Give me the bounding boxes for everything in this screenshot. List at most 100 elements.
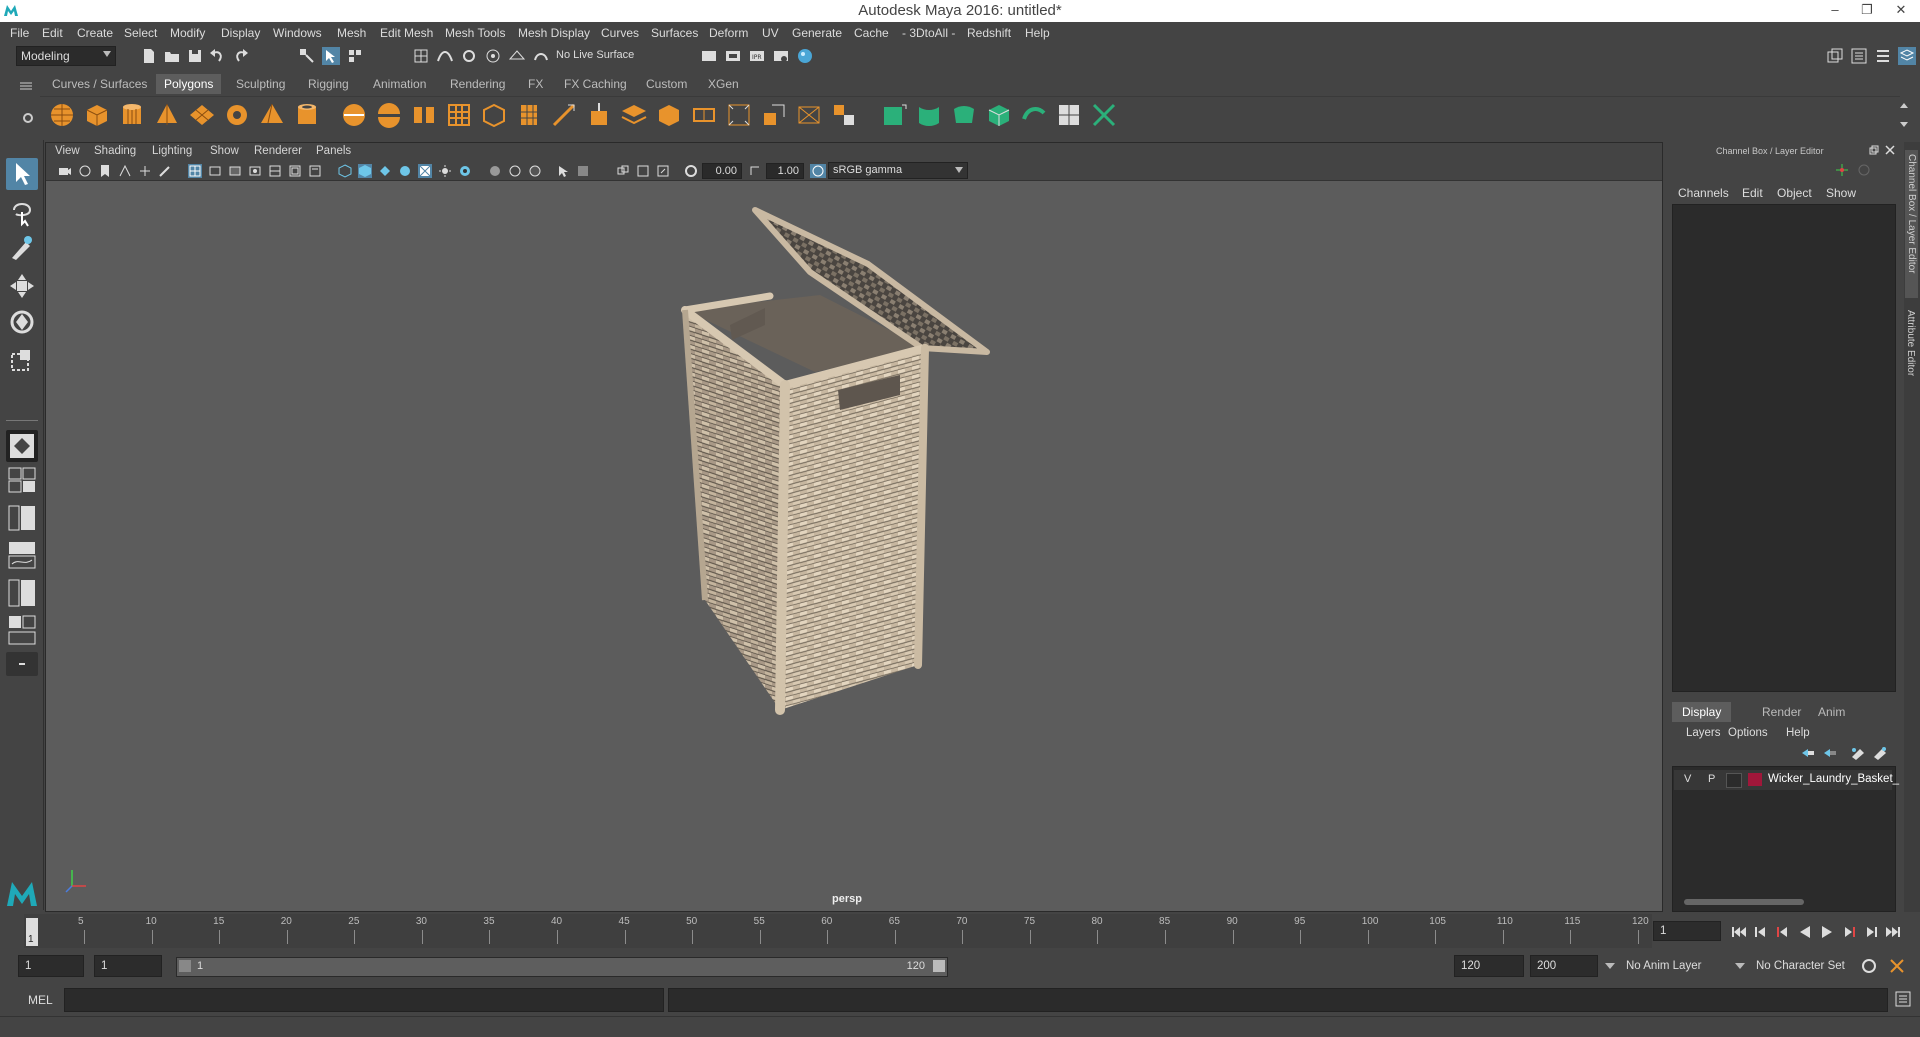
cylindrical-map-icon[interactable]: [915, 101, 943, 129]
menu-mesh-tools[interactable]: Mesh Tools: [445, 26, 505, 40]
graph-editor-layout-icon[interactable]: [6, 540, 38, 570]
wicker-laundry-basket-model[interactable]: [660, 200, 1080, 880]
exposure-icon[interactable]: [684, 164, 698, 178]
new-layer-icon[interactable]: [1850, 746, 1866, 760]
automatic-map-icon[interactable]: [985, 101, 1013, 129]
time-slider[interactable]: [24, 914, 1652, 948]
edit-menu[interactable]: Edit: [1742, 186, 1763, 200]
tab-curves-surfaces[interactable]: Curves / Surfaces: [44, 74, 155, 94]
new-layer-selected-icon[interactable]: [1872, 746, 1888, 760]
depth-of-field-icon[interactable]: [528, 164, 542, 178]
xray-components-icon[interactable]: [636, 164, 650, 178]
shelf-scroll-icon[interactable]: [1898, 100, 1910, 130]
tab-fx-caching[interactable]: FX Caching: [556, 74, 635, 94]
range-slider-start-handle[interactable]: [179, 960, 191, 972]
connect-icon[interactable]: [795, 101, 823, 129]
select-hierarchy-icon[interactable]: [298, 47, 316, 65]
tab-anim[interactable]: Anim: [1808, 702, 1855, 722]
poly-torus-icon[interactable]: [223, 101, 251, 129]
layer-row[interactable]: V P Wicker_Laundry_Basket_: [1674, 770, 1899, 790]
current-time-field[interactable]: 1: [1653, 921, 1721, 941]
menu-surfaces[interactable]: Surfaces: [651, 26, 698, 40]
uv-toolkit-icon[interactable]: [1090, 101, 1118, 129]
viewport-menu-renderer[interactable]: Renderer: [254, 145, 302, 157]
layer-name[interactable]: Wicker_Laundry_Basket_: [1768, 773, 1899, 785]
multi-cut-icon[interactable]: [550, 101, 578, 129]
poly-cube-icon[interactable]: [83, 101, 111, 129]
step-forward-key-icon[interactable]: [1840, 924, 1858, 940]
menu-file[interactable]: File: [10, 26, 29, 40]
menu-cache[interactable]: Cache: [854, 26, 889, 40]
anim-layer-dropdown[interactable]: No Anim Layer: [1626, 960, 1701, 972]
menu-uv[interactable]: UV: [762, 26, 779, 40]
safe-title-icon[interactable]: [308, 164, 322, 178]
exposure-field[interactable]: 0.00: [702, 163, 742, 179]
mirror-icon[interactable]: [480, 101, 508, 129]
uv-editor-icon[interactable]: [1055, 101, 1083, 129]
playback-start-field[interactable]: 1: [94, 955, 162, 977]
fill-hole-icon[interactable]: [690, 101, 718, 129]
channels-menu[interactable]: Channels: [1678, 186, 1729, 200]
viewport-menu-show[interactable]: Show: [210, 145, 239, 157]
chevron-down-icon[interactable]: [1604, 961, 1616, 971]
poly-pyramid-icon[interactable]: [258, 101, 286, 129]
extract-icon[interactable]: [445, 101, 473, 129]
tab-custom[interactable]: Custom: [638, 74, 695, 94]
xray-icon[interactable]: [576, 164, 590, 178]
menu-edit[interactable]: Edit: [42, 26, 63, 40]
new-scene-icon[interactable]: [140, 47, 158, 65]
save-scene-icon[interactable]: [186, 47, 204, 65]
tab-animation[interactable]: Animation: [365, 74, 434, 94]
color-management-icon[interactable]: [810, 164, 826, 178]
select-camera-icon[interactable]: [58, 164, 72, 178]
tab-polygons[interactable]: Polygons: [156, 74, 222, 94]
close-button[interactable]: ✕: [1888, 0, 1914, 20]
menu-create[interactable]: Create: [77, 26, 113, 40]
command-input[interactable]: [64, 988, 664, 1012]
bevel-icon[interactable]: [515, 101, 543, 129]
spherical-map-icon[interactable]: [950, 101, 978, 129]
safe-action-icon[interactable]: [288, 164, 302, 178]
menu-generate[interactable]: Generate: [792, 26, 842, 40]
extrude-icon[interactable]: [585, 101, 613, 129]
render-frame-icon[interactable]: [724, 47, 742, 65]
single-perspective-layout-icon[interactable]: [6, 430, 38, 462]
viewport-menu-shading[interactable]: Shading: [94, 145, 136, 157]
restore-button[interactable]: ❐: [1854, 0, 1880, 20]
render-settings-icon[interactable]: [772, 47, 790, 65]
tab-xgen[interactable]: XGen: [700, 74, 747, 94]
minimize-button[interactable]: –: [1822, 0, 1848, 20]
resolution-gate-icon[interactable]: [228, 164, 242, 178]
attribute-editor-toggle-icon[interactable]: [1850, 47, 1868, 65]
step-forward-icon[interactable]: [1862, 924, 1880, 940]
channel-box-area[interactable]: [1672, 204, 1896, 692]
backface-culling-icon[interactable]: [656, 164, 670, 178]
poly-plane-icon[interactable]: [188, 101, 216, 129]
xray-joints-icon[interactable]: [616, 164, 630, 178]
select-tool-icon[interactable]: [6, 158, 38, 190]
move-layer-down-icon[interactable]: [1822, 746, 1838, 760]
poly-pipe-icon[interactable]: [293, 101, 321, 129]
render-view-icon[interactable]: [700, 47, 718, 65]
range-slider[interactable]: 1 120: [176, 957, 948, 977]
bridge-icon[interactable]: [620, 101, 648, 129]
manipulator-icon[interactable]: [1834, 162, 1850, 178]
gamma-icon[interactable]: [748, 164, 762, 178]
menu-redshift[interactable]: Redshift: [967, 26, 1011, 40]
menu-help[interactable]: Help: [1025, 26, 1050, 40]
make-live-icon[interactable]: [532, 47, 550, 65]
open-scene-icon[interactable]: [163, 47, 181, 65]
menu-deform[interactable]: Deform: [709, 26, 748, 40]
snap-grid-icon[interactable]: [412, 47, 430, 65]
tab-sculpting[interactable]: Sculpting: [228, 74, 293, 94]
unfold-uv-icon[interactable]: [1020, 101, 1048, 129]
menu-curves[interactable]: Curves: [601, 26, 639, 40]
collapse-icon[interactable]: [760, 101, 788, 129]
poly-sphere-icon[interactable]: [48, 101, 76, 129]
shadows-icon[interactable]: [438, 164, 452, 178]
isolate-select-icon[interactable]: [556, 164, 570, 178]
layer-playback-toggle[interactable]: P: [1708, 773, 1715, 785]
multisample-aa-icon[interactable]: [508, 164, 522, 178]
float-panel-icon[interactable]: [1868, 144, 1880, 156]
object-menu[interactable]: Object: [1777, 186, 1812, 200]
